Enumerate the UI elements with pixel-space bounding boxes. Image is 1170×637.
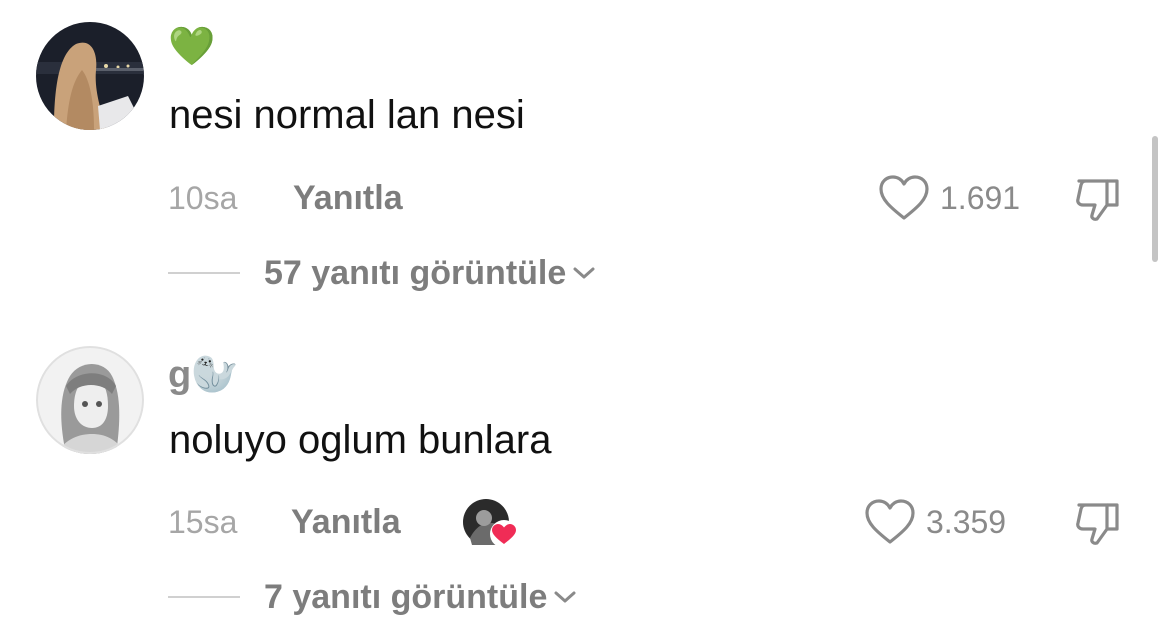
avatar[interactable]	[36, 22, 144, 130]
view-replies-button[interactable]: 57 yanıtı görüntüle	[168, 256, 596, 290]
view-replies-label: 7 yanıtı görüntüle	[264, 578, 548, 616]
username[interactable]: 💚	[168, 28, 215, 66]
red-heart-icon	[490, 520, 518, 548]
chevron-down-icon	[573, 267, 595, 279]
like-count: 1.691	[940, 180, 1021, 216]
like-count: 3.359	[926, 504, 1007, 540]
view-replies-button[interactable]: 7 yanıtı görüntüle	[168, 580, 577, 614]
heart-outline-icon	[879, 175, 929, 220]
comment-text: noluyo oglum bunlara	[169, 418, 552, 462]
reply-button[interactable]: Yanıtla	[293, 181, 403, 215]
creator-liked-badge	[462, 498, 518, 548]
view-replies-label: 57 yanıtı görüntüle	[264, 254, 567, 292]
like-button[interactable]: 3.359	[864, 498, 1006, 546]
dislike-button[interactable]	[1073, 175, 1123, 228]
reply-button[interactable]: Yanıtla	[291, 505, 401, 539]
chevron-down-icon	[554, 591, 576, 603]
dislike-button[interactable]	[1073, 499, 1123, 552]
divider-line	[168, 596, 240, 598]
thumbs-down-icon	[1076, 503, 1119, 545]
avatar[interactable]	[36, 346, 144, 454]
scrollbar[interactable]	[1152, 136, 1158, 262]
thumbs-down-icon	[1076, 179, 1119, 221]
like-button[interactable]: 1.691	[878, 174, 1020, 222]
comment-text: nesi normal lan nesi	[169, 93, 525, 137]
divider-line	[168, 272, 240, 274]
username[interactable]: g🦭	[168, 356, 239, 394]
heart-outline-icon	[865, 499, 915, 544]
timestamp: 10sa	[168, 180, 238, 216]
timestamp: 15sa	[168, 504, 238, 540]
